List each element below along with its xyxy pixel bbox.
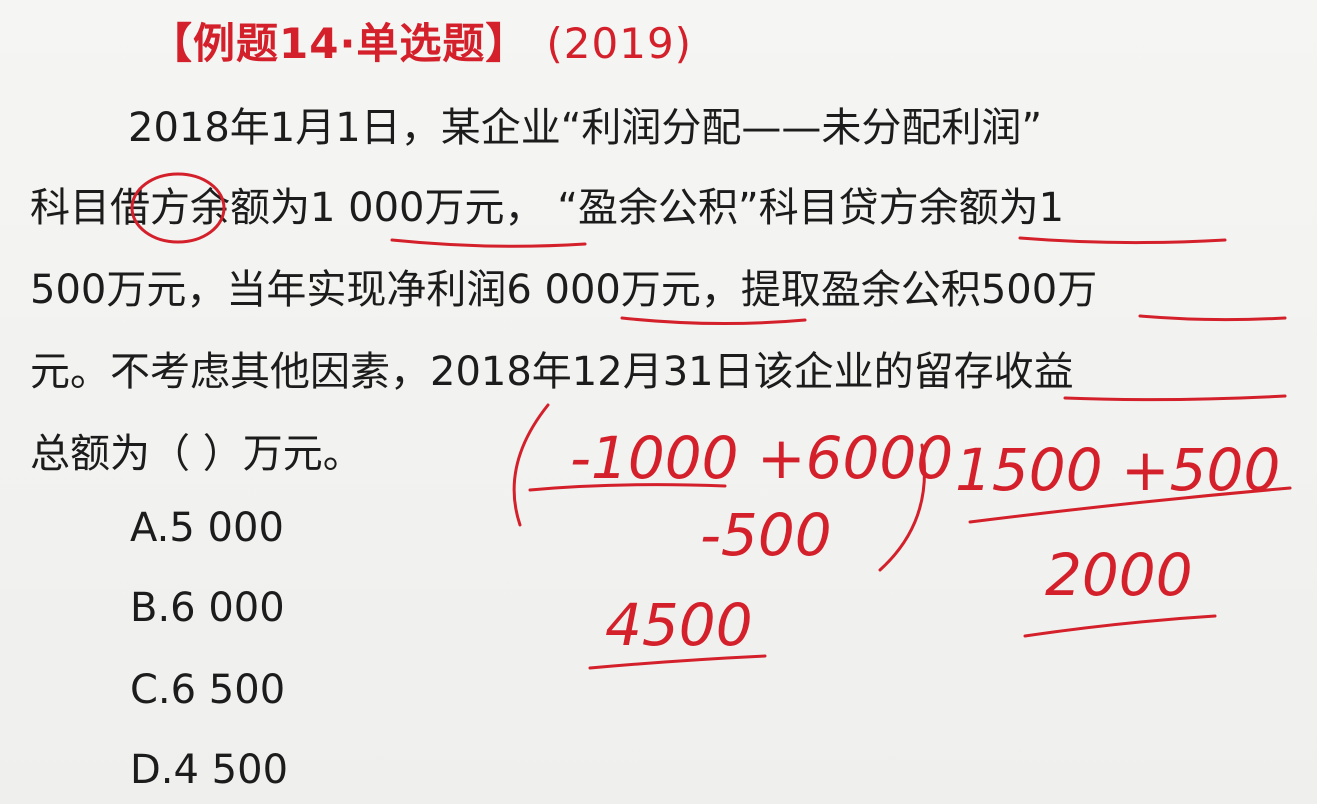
underline-mark [1023, 614, 1217, 638]
question-line-2: 科目借方余额为1 000万元， “盈余公积”科目贷方余额为1 [30, 185, 1065, 231]
handwritten-left-top: -1000 +6000 [570, 424, 953, 492]
question-line-1: 2018年1月1日，某企业“利润分配——未分配利润” [128, 105, 1043, 151]
question-year: (2019) [546, 19, 693, 68]
underline-mark [620, 316, 807, 326]
option-d[interactable]: D.4 500 [130, 742, 288, 798]
paren-mark [512, 403, 550, 527]
underline-mark [390, 238, 587, 248]
underline-mark [1018, 236, 1227, 245]
question-title: 【例题14·单选题】 (2019) [150, 14, 692, 74]
paren-mark [878, 443, 926, 572]
underline-mark [1138, 314, 1287, 322]
underline-mark [968, 486, 1292, 524]
underline-mark [1063, 394, 1287, 402]
slide-page: 【例题14·单选题】 (2019) 2018年1月1日，某企业“利润分配——未分配… [0, 0, 1317, 804]
underline-mark [588, 654, 767, 670]
underline-mark [528, 483, 727, 492]
option-b[interactable]: B.6 000 [130, 580, 285, 636]
option-a[interactable]: A.5 000 [130, 500, 284, 556]
handwritten-right-result: 2000 [1045, 541, 1193, 609]
handwritten-left-result: 4500 [605, 591, 753, 659]
option-c[interactable]: C.6 500 [130, 662, 285, 718]
handwritten-left-sub: -500 [700, 501, 832, 569]
question-type-label: 【例题14·单选题】 [150, 19, 529, 68]
handwritten-right-top: 1500 +500 [955, 436, 1280, 504]
question-line-4: 元。不考虑其他因素，2018年12月31日该企业的留存收益 [30, 349, 1074, 395]
question-line-3: 500万元，当年实现净利润6 000万元，提取盈余公积500万 [30, 267, 1098, 313]
question-line-5: 总额为（ ）万元。 [30, 431, 363, 477]
